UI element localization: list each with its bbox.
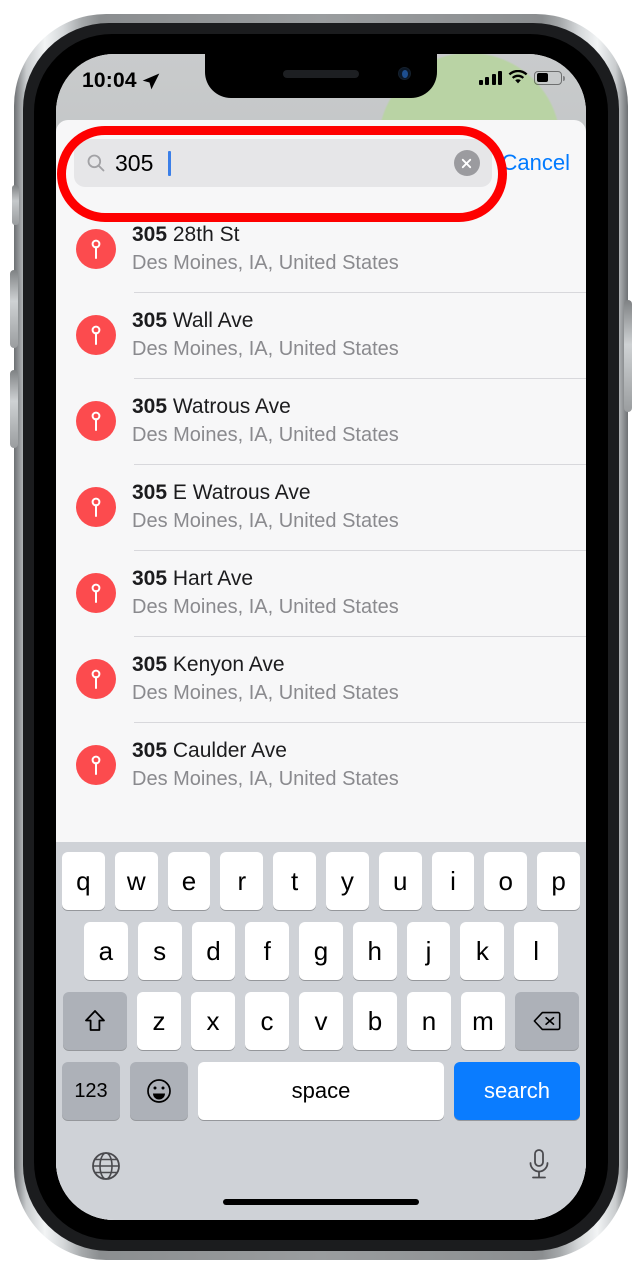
earpiece-speaker [283, 70, 359, 78]
key-q[interactable]: q [62, 852, 105, 910]
list-item[interactable]: 305 Wall Ave Des Moines, IA, United Stat… [56, 292, 586, 378]
key-s[interactable]: s [137, 922, 182, 980]
list-item[interactable]: 305 Hart Ave Des Moines, IA, United Stat… [56, 550, 586, 636]
list-item[interactable]: 305 E Watrous Ave Des Moines, IA, United… [56, 464, 586, 550]
map-pin-icon [76, 487, 116, 527]
result-title: 305 Caulder Ave [132, 739, 287, 763]
key-u[interactable]: u [378, 852, 422, 910]
emoji-smiley-icon [147, 1079, 171, 1103]
key-y[interactable]: y [326, 852, 369, 910]
key-r[interactable]: r [220, 852, 264, 910]
search-input-value: 305 [115, 149, 154, 176]
key-i[interactable]: i [431, 852, 475, 910]
power-button[interactable] [624, 300, 632, 412]
keyboard-row-2: a s d f g h j k l [56, 922, 586, 980]
home-indicator[interactable] [223, 1199, 419, 1205]
key-f[interactable]: f [245, 922, 290, 980]
volume-up-button[interactable] [10, 270, 18, 348]
search-bar-row: 305 Cancel [56, 120, 586, 206]
backspace-key[interactable] [515, 992, 579, 1050]
notch [205, 54, 437, 98]
list-item[interactable]: 305 Caulder Ave Des Moines, IA, United S… [56, 722, 586, 808]
key-o[interactable]: o [484, 852, 528, 910]
key-b[interactable]: b [353, 992, 397, 1050]
map-pin-icon [76, 745, 116, 785]
keyboard-row-4: 123 space search [56, 1062, 586, 1120]
key-w[interactable]: w [114, 852, 158, 910]
cancel-button[interactable]: Cancel [502, 150, 572, 176]
key-z[interactable]: z [137, 992, 181, 1050]
microphone-icon[interactable] [526, 1148, 552, 1182]
clear-search-button[interactable] [453, 150, 480, 176]
search-key[interactable]: search [454, 1062, 580, 1120]
key-m[interactable]: m [461, 992, 505, 1050]
search-input[interactable]: 305 [74, 139, 492, 187]
result-subtitle: Des Moines, IA, United States [132, 337, 399, 360]
result-subtitle: Des Moines, IA, United States [132, 423, 399, 446]
key-n[interactable]: n [407, 992, 451, 1050]
key-j[interactable]: j [406, 922, 451, 980]
list-item[interactable]: 305 28th St Des Moines, IA, United State… [56, 206, 586, 292]
status-bar-time: 10:04 [82, 69, 137, 92]
numbers-key[interactable]: 123 [62, 1062, 120, 1120]
text-cursor [168, 150, 171, 176]
phone-screen: 10:04 305 Cancel 305 28th St Des Moines,… [56, 54, 586, 1220]
result-title: 305 Wall Ave [132, 309, 254, 333]
cellular-signal-icon [478, 70, 502, 85]
key-h[interactable]: h [352, 922, 397, 980]
key-c[interactable]: c [245, 992, 289, 1050]
map-pin-icon [76, 315, 116, 355]
result-subtitle: Des Moines, IA, United States [132, 509, 399, 532]
key-d[interactable]: d [191, 922, 236, 980]
result-subtitle: Des Moines, IA, United States [132, 767, 399, 790]
result-title: 305 E Watrous Ave [132, 481, 311, 505]
map-pin-icon [76, 401, 116, 441]
key-x[interactable]: x [191, 992, 235, 1050]
key-e[interactable]: e [167, 852, 211, 910]
shift-arrow-icon [85, 1010, 105, 1031]
volume-down-button[interactable] [10, 370, 18, 448]
key-k[interactable]: k [460, 922, 505, 980]
search-icon [87, 154, 105, 172]
map-pin-icon [76, 659, 116, 699]
key-t[interactable]: t [273, 852, 316, 910]
backspace-icon [533, 1011, 561, 1031]
result-title: 305 Kenyon Ave [132, 653, 285, 677]
key-p[interactable]: p [537, 852, 580, 910]
key-l[interactable]: l [514, 922, 559, 980]
battery-icon [534, 70, 566, 85]
clear-circle-icon [461, 158, 472, 168]
result-subtitle: Des Moines, IA, United States [132, 251, 399, 274]
shift-key[interactable] [63, 992, 127, 1050]
map-pin-icon [76, 229, 116, 269]
keyboard-row-1: q w e r t y u i o p [56, 852, 586, 910]
globe-icon[interactable] [90, 1150, 122, 1182]
key-g[interactable]: g [299, 922, 343, 980]
result-subtitle: Des Moines, IA, United States [132, 681, 399, 704]
key-a[interactable]: a [83, 922, 128, 980]
location-arrow-icon [142, 73, 160, 90]
keyboard-row-3: z x c v b n m [56, 992, 586, 1050]
list-item[interactable]: 305 Watrous Ave Des Moines, IA, United S… [56, 378, 586, 464]
search-results-list: 305 28th St Des Moines, IA, United State… [56, 206, 586, 808]
front-camera-icon [398, 67, 411, 80]
result-title: 305 28th St [132, 223, 240, 247]
result-title: 305 Watrous Ave [132, 395, 291, 419]
silent-switch[interactable] [12, 185, 19, 225]
on-screen-keyboard: q w e r t y u i o p a s d f g h j k l z … [56, 842, 586, 1220]
map-pin-icon [76, 573, 116, 613]
space-key[interactable]: space [198, 1062, 444, 1120]
list-item[interactable]: 305 Kenyon Ave Des Moines, IA, United St… [56, 636, 586, 722]
wifi-icon [508, 70, 528, 84]
result-title: 305 Hart Ave [132, 567, 254, 591]
keyboard-bottom-bar [56, 1132, 586, 1220]
result-subtitle: Des Moines, IA, United States [132, 595, 399, 618]
key-v[interactable]: v [299, 992, 343, 1050]
emoji-key[interactable] [130, 1062, 188, 1120]
status-bar-indicators [478, 70, 566, 85]
